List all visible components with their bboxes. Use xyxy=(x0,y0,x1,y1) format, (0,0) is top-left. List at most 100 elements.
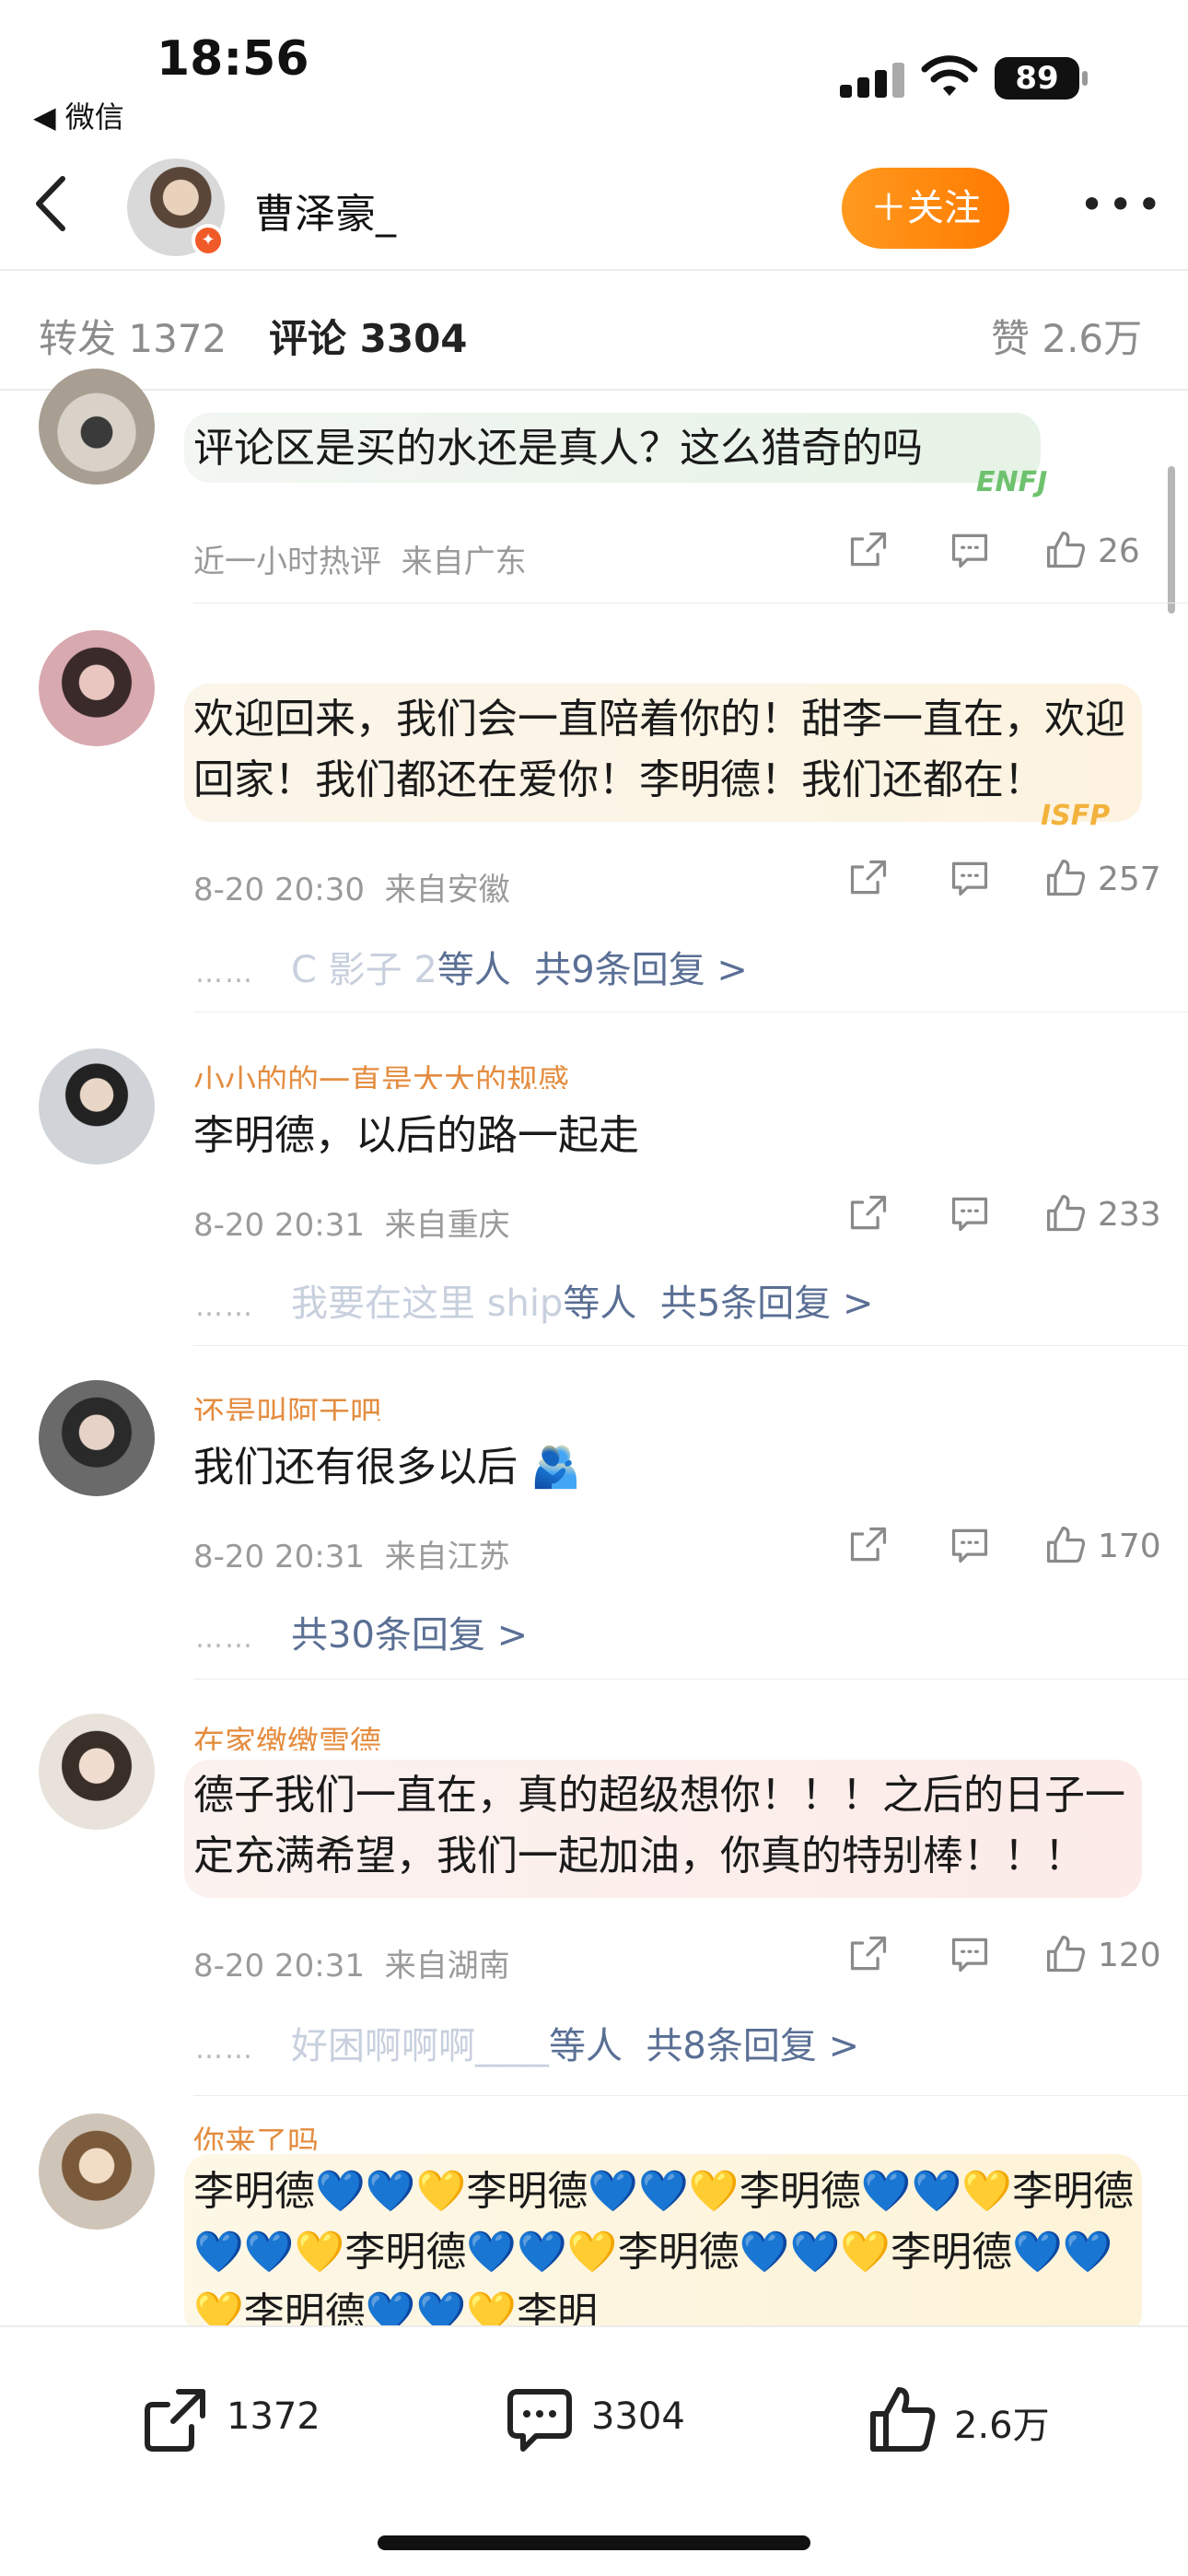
like-comment-icon[interactable] xyxy=(1044,1524,1087,1570)
comment-time: 近一小时热评 xyxy=(193,544,381,580)
comment-text: 我们还有很多以后 🫂 xyxy=(193,1444,581,1491)
commenter-avatar[interactable] xyxy=(39,1714,155,1830)
comment-location: 来自湖南 xyxy=(384,1948,510,1985)
thumbs-up-icon xyxy=(870,2387,936,2452)
comment-item: 欢迎回来，我们会一直陪着你的！甜李一直在，欢迎回家！我们都还在爱你！李明德！我们… xyxy=(0,604,1188,1010)
tab-likes[interactable]: 赞 2.6万 xyxy=(991,308,1142,364)
mbti-tag: ENFJ xyxy=(976,466,1048,498)
replies-link[interactable]: …… 共30条回复 > xyxy=(195,1605,528,1658)
share-comment-icon[interactable] xyxy=(847,1933,890,1979)
more-options-icon[interactable]: ••• xyxy=(1079,183,1161,226)
commenter-name[interactable]: 小小的的一直是大大的规感 xyxy=(193,1056,569,1089)
like-comment-icon[interactable] xyxy=(1044,529,1087,575)
repost-count: 1372 xyxy=(227,2395,320,2438)
replies-dots: …… xyxy=(195,1291,254,1323)
comment-meta: 8-20 20:31 来自重庆 xyxy=(193,1200,510,1245)
commenter-avatar[interactable] xyxy=(39,1048,155,1165)
commenter-avatar[interactable] xyxy=(39,1380,155,1496)
comment-actions: 170 xyxy=(847,1524,1161,1570)
comment-text: 李明德💙💙💛李明德💙💙💛李明德💙💙💛李明德💙💙💛李明德💙💙💛李明德💙💙💛李明德💙… xyxy=(193,2168,1135,2325)
commenter-name[interactable]: 在家缴缴雪德 xyxy=(193,1717,381,1751)
status-bar: 18:56 ◀ 微信 89 xyxy=(0,0,1188,138)
replies-preview-names: 好困啊啊啊____ xyxy=(291,2025,549,2067)
comment-like-count: 257 xyxy=(1098,861,1161,898)
reply-icon[interactable] xyxy=(949,1192,991,1238)
comment-time: 8-20 20:31 xyxy=(193,1948,365,1985)
comment-like-count: 170 xyxy=(1098,1528,1161,1565)
tab-comments[interactable]: 评论 3304 xyxy=(269,308,468,364)
comment-divider xyxy=(193,1012,1188,1013)
share-comment-icon[interactable] xyxy=(847,857,890,903)
replies-link[interactable]: …… C 影子 2等人 共9条回复 > xyxy=(195,940,748,993)
mbti-tag: ISFP xyxy=(1041,800,1111,832)
status-time: 18:56 xyxy=(157,31,309,87)
replies-count: 共5条回复 > xyxy=(659,1282,874,1325)
commenter-avatar[interactable] xyxy=(39,2113,155,2230)
comment-button[interactable]: 3304 xyxy=(503,2383,715,2456)
replies-link[interactable]: …… 我要在这里 ship等人 共5条回复 > xyxy=(195,1273,874,1327)
tab-reposts[interactable]: 转发 1372 xyxy=(39,308,227,364)
comment-actions: 120 xyxy=(847,1933,1161,1979)
comment-location: 来自江苏 xyxy=(384,1539,510,1575)
comment-divider xyxy=(193,2095,1188,2096)
like-comment-icon[interactable] xyxy=(1044,857,1087,903)
comment-text: 李明德，以后的路一起走 xyxy=(193,1112,639,1159)
replies-preview-names: C 影子 2 xyxy=(291,949,437,991)
back-to-wechat-link[interactable]: ◀ 微信 xyxy=(33,94,124,136)
comment-text: 欢迎回来，我们会一直陪着你的！甜李一直在，欢迎回家！我们都还在爱你！李明德！我们… xyxy=(193,696,1125,803)
like-button[interactable]: 2.6万 xyxy=(866,2383,1087,2456)
comment-like-count: 120 xyxy=(1098,1937,1161,1974)
comment-icon xyxy=(507,2389,572,2452)
comment-meta: 近一小时热评 来自广东 xyxy=(193,536,527,581)
like-count: 2.6万 xyxy=(954,2405,1050,2447)
commenter-name[interactable] xyxy=(193,641,378,674)
share-comment-icon[interactable] xyxy=(847,1524,890,1570)
comment-meta: 8-20 20:31 来自江苏 xyxy=(193,1531,510,1576)
back-arrow-icon[interactable] xyxy=(26,171,81,236)
comment-time: 8-20 20:31 xyxy=(193,1207,365,1244)
replies-mid: 等人 xyxy=(549,2025,623,2067)
comment-actions: 233 xyxy=(847,1192,1161,1238)
commenter-avatar[interactable] xyxy=(39,630,155,746)
comment-text: 德子我们一直在，真的超级想你！！！之后的日子一定充满希望，我们一起加油，你真的特… xyxy=(193,1772,1125,1879)
replies-count: 共9条回复 > xyxy=(534,949,748,991)
comment-like-count: 233 xyxy=(1098,1196,1161,1234)
follow-button[interactable]: ＋关注 xyxy=(842,168,1009,249)
comment-meta: 8-20 20:30 来自安徽 xyxy=(193,864,510,909)
comment-item: 小小的的一直是大大的规感 李明德，以后的路一起走 8-20 20:31 来自重庆… xyxy=(0,1013,1188,1345)
replies-dots: …… xyxy=(195,2033,254,2066)
share-comment-icon[interactable] xyxy=(847,1192,890,1238)
reply-icon[interactable] xyxy=(949,1933,991,1979)
replies-dots: …… xyxy=(195,957,254,989)
wifi-icon xyxy=(921,55,978,96)
comment-item: 在家缴缴雪德 德子我们一直在，真的超级想你！！！之后的日子一定充满希望，我们一起… xyxy=(0,1680,1188,2095)
cellular-signal-icon xyxy=(840,61,904,98)
replies-count: 共30条回复 > xyxy=(291,1614,529,1657)
author-name[interactable]: 曹泽豪_ xyxy=(254,181,396,240)
comment-location: 来自安徽 xyxy=(384,872,510,908)
comment-count: 3304 xyxy=(591,2395,685,2438)
like-comment-icon[interactable] xyxy=(1044,1192,1087,1238)
replies-count: 共8条回复 > xyxy=(646,2025,860,2067)
replies-link[interactable]: …… 好困啊啊啊____等人 共8条回复 > xyxy=(195,2016,859,2069)
like-comment-icon[interactable] xyxy=(1044,1933,1087,1979)
repost-button[interactable]: 1372 xyxy=(138,2383,341,2456)
commenter-name[interactable]: 你来了吗 xyxy=(193,2117,319,2150)
reply-icon[interactable] xyxy=(949,857,991,903)
commenter-name[interactable]: 还是叫阿于吧 xyxy=(193,1388,381,1421)
reply-icon[interactable] xyxy=(949,1524,991,1570)
reply-icon[interactable] xyxy=(949,529,991,575)
replies-preview-names: 我要在这里 ship xyxy=(291,1282,564,1325)
comment-divider xyxy=(193,1679,1188,1680)
comment-meta: 8-20 20:31 来自湖南 xyxy=(193,1940,510,1985)
commenter-avatar[interactable] xyxy=(39,369,155,485)
share-comment-icon[interactable] xyxy=(847,529,890,575)
comment-location: 来自重庆 xyxy=(384,1207,510,1244)
post-header: ✦ 曹泽豪_ ＋关注 ••• xyxy=(0,138,1188,269)
comment-item: 还是叫阿于吧 我们还有很多以后 🫂 8-20 20:31 来自江苏 …… 共30条… xyxy=(0,1347,1188,1679)
home-indicator xyxy=(378,2535,810,2550)
comment-divider xyxy=(193,1345,1188,1346)
share-icon xyxy=(145,2389,205,2452)
comment-actions: 257 xyxy=(847,857,1161,903)
comment-time: 8-20 20:31 xyxy=(193,1539,365,1575)
